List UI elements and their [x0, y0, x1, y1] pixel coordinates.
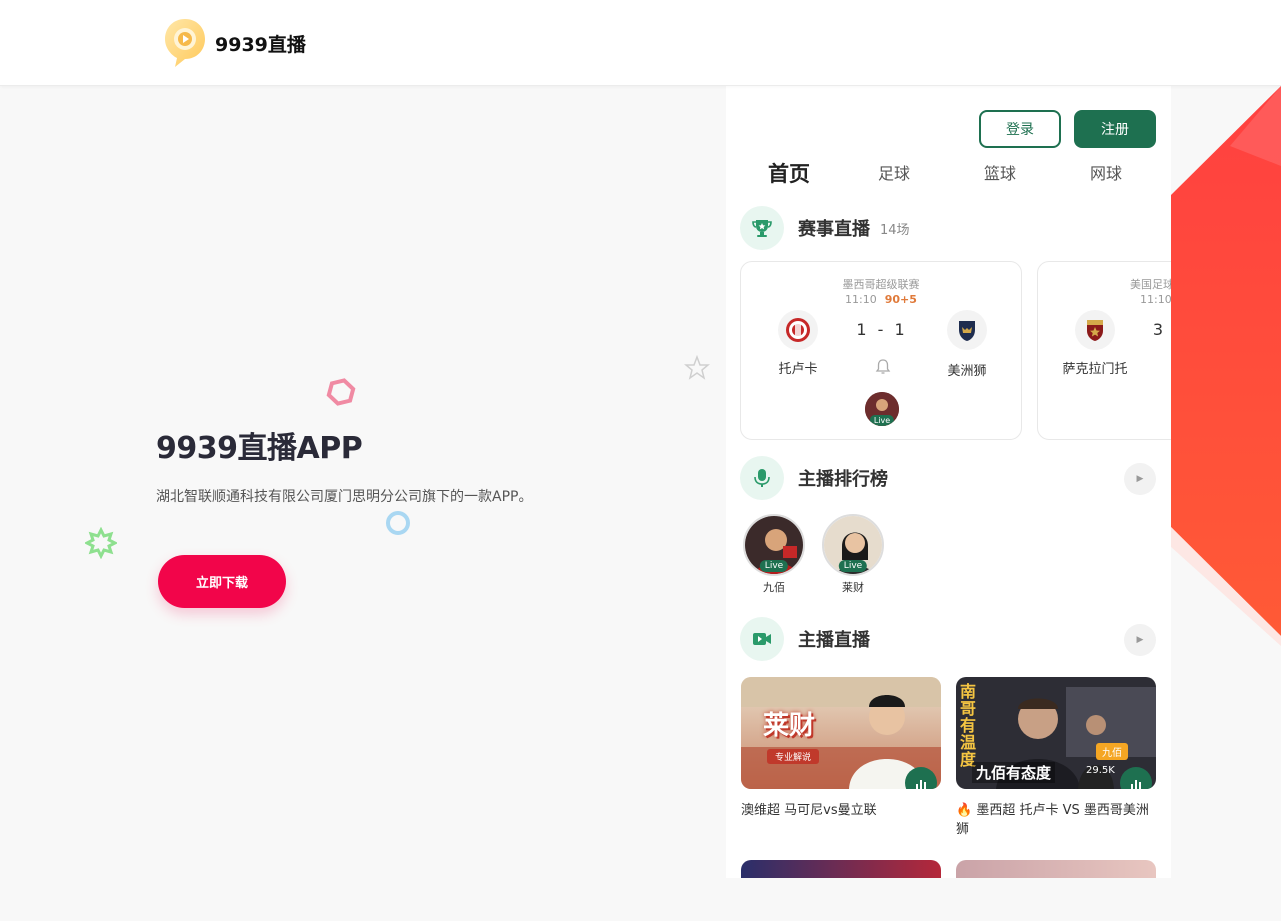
- stream-side-text: 南哥有温度: [960, 682, 977, 769]
- hero-description: 湖北智联顺通科技有限公司厦门思明分公司旗下的一款APP。: [156, 489, 533, 505]
- match-score: 3: [1152, 320, 1164, 339]
- video-camera-icon: [740, 617, 784, 661]
- team-badge-icon: [947, 310, 987, 350]
- stream-badge: 九佰: [1096, 743, 1128, 760]
- live-badge: Live: [838, 560, 868, 572]
- commentator-avatar[interactable]: Live: [865, 392, 899, 426]
- team-badge-icon: [1075, 310, 1115, 350]
- download-button[interactable]: 立即下载: [158, 555, 286, 608]
- match-card[interactable]: 墨西哥超级联赛 11:10 90+5 托卢卡 1 - 1 美洲狮 Live: [740, 261, 1022, 440]
- hexagon-decoration-icon: [326, 378, 356, 406]
- trophy-icon: [740, 206, 784, 250]
- login-button[interactable]: 登录: [979, 110, 1061, 148]
- match-league: 美国足球: [1130, 278, 1171, 291]
- microphone-icon: [740, 456, 784, 500]
- live-match-count: 14场: [880, 222, 910, 238]
- stream-thumbnail: 南哥有温度 九佰有态度 九佰 29.5K: [956, 677, 1156, 789]
- stream-title: 澳维超 马可尼vs曼立联: [741, 803, 877, 818]
- match-league: 墨西哥超级联赛: [842, 278, 920, 291]
- ring-decoration-icon: [386, 511, 410, 535]
- logo-text: 9939直播: [215, 33, 306, 56]
- stream-card-partial[interactable]: [956, 860, 1156, 878]
- streams-more-icon[interactable]: ▶: [1124, 624, 1156, 656]
- starburst-decoration-icon: [85, 527, 117, 559]
- live-section-header: 赛事直播 14场: [740, 206, 910, 250]
- stream-overlay-text: 莱财: [763, 711, 816, 741]
- stream-overlay-text: 九佰有态度: [972, 762, 1056, 783]
- stream-title-wrap: 🔥 墨西超 托卢卡 VS 墨西哥美洲狮: [956, 801, 1156, 839]
- top-header: 9939直播: [0, 0, 1281, 86]
- tab-football[interactable]: 足球: [878, 160, 910, 184]
- home-team-name: 托卢卡: [778, 362, 818, 377]
- streams-section-title: 主播直播: [798, 630, 870, 651]
- register-button[interactable]: 注册: [1074, 110, 1156, 148]
- logo-icon: [163, 17, 207, 69]
- ranking-more-icon[interactable]: ▶: [1124, 463, 1156, 495]
- anchor-avatar[interactable]: Live 莱财: [821, 514, 885, 595]
- stream-thumbnail: 莱财 专业解说: [741, 677, 941, 789]
- app-phone-preview: 登录 注册 首页 足球 篮球 网球 赛事直播 14场 墨西哥超级联赛 11:10…: [726, 86, 1171, 878]
- bell-icon[interactable]: [875, 358, 891, 380]
- hero-title: 9939直播APP: [156, 431, 363, 466]
- match-card[interactable]: 美国足球 11:10 萨克拉门托 3: [1037, 261, 1171, 440]
- match-time: 11:10 90+5: [845, 293, 917, 306]
- avatar: Live: [743, 514, 805, 576]
- ranking-section-title: 主播排行榜: [798, 469, 888, 490]
- away-team-name: 美洲狮: [947, 364, 987, 379]
- match-score: 1 - 1: [856, 320, 908, 339]
- team-badge-icon: [778, 310, 818, 350]
- stream-card[interactable]: 莱财 专业解说 澳维超 马可尼vs曼立联: [741, 677, 941, 820]
- streams-section-header: 主播直播: [740, 617, 870, 661]
- anchor-name: 莱财: [842, 581, 864, 594]
- live-section-title: 赛事直播: [798, 219, 870, 240]
- tab-basketball[interactable]: 篮球: [984, 160, 1016, 184]
- home-team-name: 萨克拉门托: [1062, 362, 1128, 377]
- match-minute: 90+5: [884, 293, 917, 306]
- live-badge: Live: [759, 560, 789, 572]
- avatar: Live: [822, 514, 884, 576]
- site-logo[interactable]: 9939直播: [163, 17, 306, 69]
- viewer-count: 29.5K: [1086, 765, 1115, 776]
- tab-home[interactable]: 首页: [768, 158, 810, 188]
- anchor-avatar[interactable]: Live 九佰: [742, 514, 806, 595]
- fire-icon: 🔥: [956, 803, 973, 818]
- decorative-red-shape: [1170, 86, 1281, 646]
- stream-tag: 专业解说: [767, 749, 820, 764]
- live-badge: Live: [869, 415, 895, 426]
- anchor-name: 九佰: [763, 581, 785, 594]
- tab-tennis[interactable]: 网球: [1090, 160, 1122, 184]
- star-outline-decoration-icon: [684, 355, 710, 380]
- match-time: 11:10: [1140, 293, 1171, 306]
- stream-card-partial[interactable]: [741, 860, 941, 878]
- ranking-section-header: 主播排行榜: [740, 456, 888, 500]
- stream-title: 墨西超 托卢卡 VS 墨西哥美洲狮: [956, 803, 1149, 837]
- stream-card[interactable]: 南哥有温度 九佰有态度 九佰 29.5K 🔥 墨西超 托卢卡 VS 墨西哥美洲狮: [956, 677, 1156, 839]
